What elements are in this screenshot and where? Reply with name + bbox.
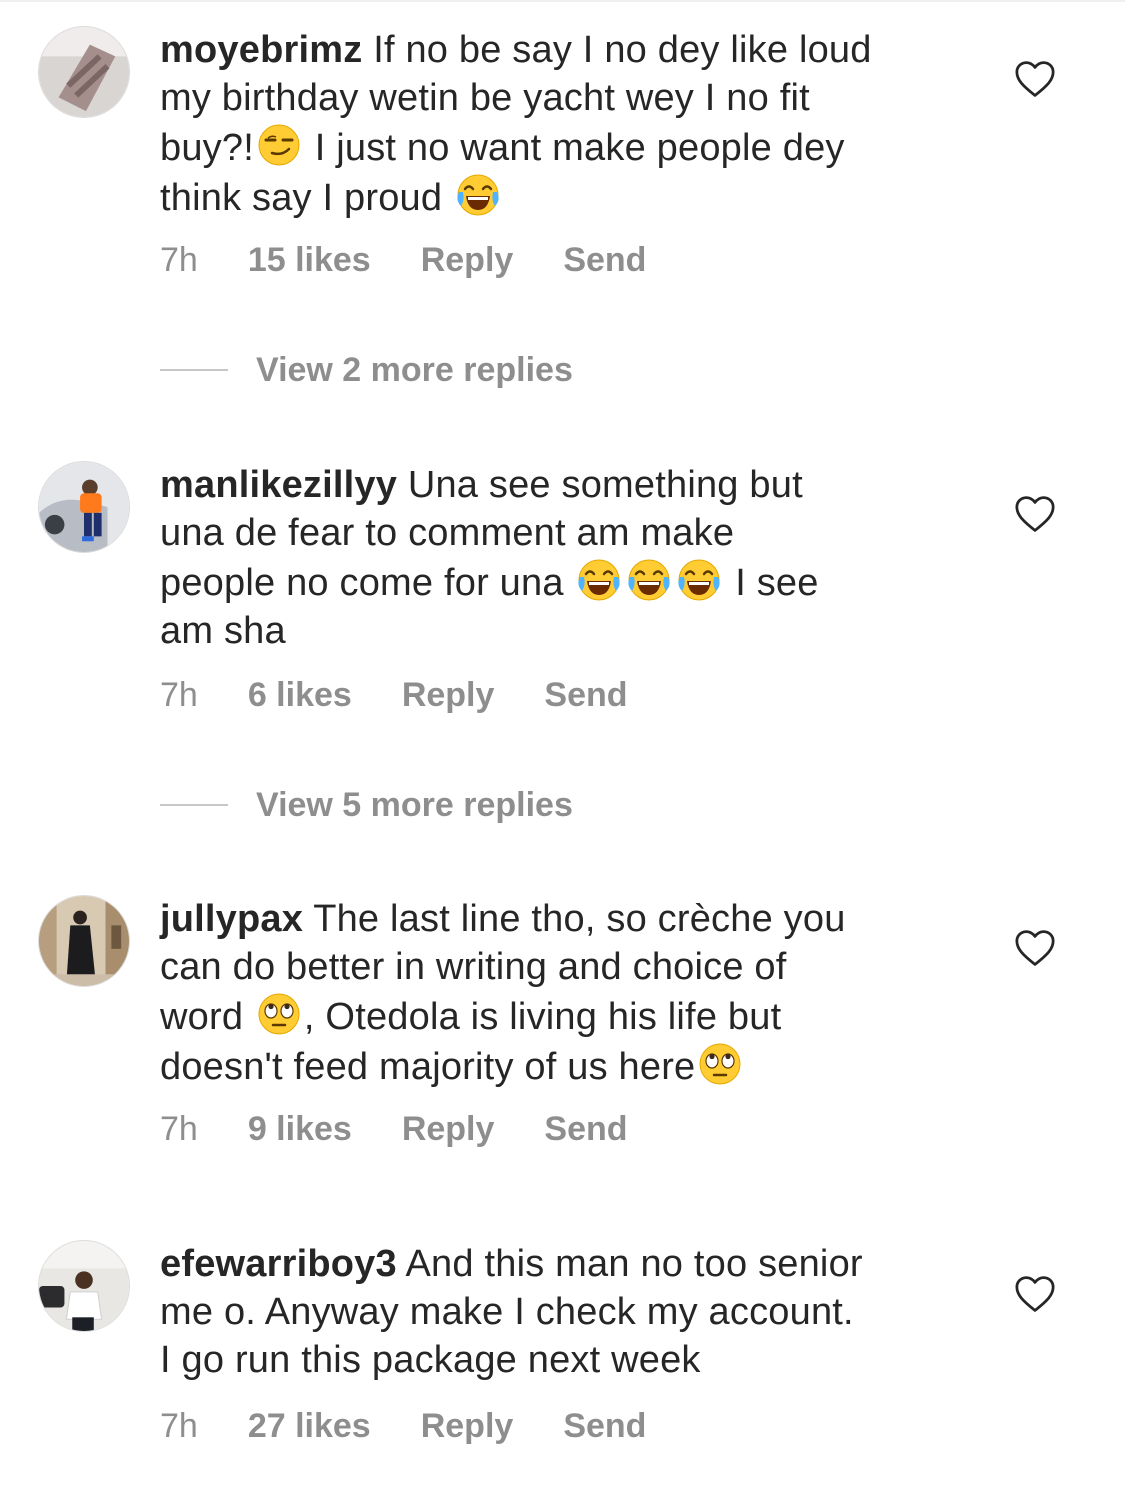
send-button[interactable]: Send [563, 241, 646, 280]
top-divider [0, 0, 1125, 2]
comment-text: manlikezillyy Una see something but una … [160, 464, 819, 652]
send-button[interactable]: Send [544, 676, 627, 715]
timestamp: 7h [160, 240, 198, 279]
view-more-replies-button[interactable]: View 5 more replies [160, 785, 573, 825]
timestamp: 7h [160, 1406, 198, 1445]
face-with-rolling-eyes-emoji [256, 991, 302, 1037]
view-more-replies-button[interactable]: View 2 more replies [160, 350, 573, 390]
username[interactable]: jullypax [160, 898, 303, 940]
face-with-rolling-eyes-emoji [697, 1041, 743, 1087]
avatar[interactable] [38, 1240, 130, 1332]
face-with-tears-of-joy-emoji [576, 557, 622, 603]
avatar[interactable] [38, 895, 130, 987]
likes-count[interactable]: 27 likes [248, 1407, 371, 1446]
send-button[interactable]: Send [563, 1407, 646, 1446]
comment-meta: 7h 6 likes Reply Send [160, 675, 678, 715]
face-with-tears-of-joy-emoji [676, 557, 722, 603]
username[interactable]: moyebrimz [160, 29, 362, 71]
reply-button[interactable]: Reply [421, 241, 514, 280]
username[interactable]: manlikezillyy [160, 464, 397, 506]
comment-text: moyebrimz If no be say I no dey like lou… [160, 29, 872, 219]
like-heart-icon[interactable] [1014, 495, 1056, 533]
timestamp: 7h [160, 1109, 198, 1148]
send-button[interactable]: Send [544, 1110, 627, 1149]
comment-text: efewarriboy3 And this man no too senior … [160, 1243, 863, 1381]
reply-button[interactable]: Reply [421, 1407, 514, 1446]
likes-count[interactable]: 15 likes [248, 241, 371, 280]
comment-text: jullypax The last line tho, so crèche yo… [160, 898, 846, 1088]
smirking-face-emoji [256, 122, 302, 168]
like-heart-icon[interactable] [1014, 929, 1056, 967]
avatar[interactable] [38, 26, 130, 118]
comment-meta: 7h 27 likes Reply Send [160, 1406, 696, 1446]
replies-divider-line [160, 369, 228, 371]
avatar[interactable] [38, 461, 130, 553]
replies-divider-line [160, 804, 228, 806]
reply-button[interactable]: Reply [402, 676, 495, 715]
comment-meta: 7h 9 likes Reply Send [160, 1109, 678, 1149]
likes-count[interactable]: 9 likes [248, 1110, 352, 1149]
reply-button[interactable]: Reply [402, 1110, 495, 1149]
like-heart-icon[interactable] [1014, 1275, 1056, 1313]
face-with-tears-of-joy-emoji [455, 172, 501, 218]
username[interactable]: efewarriboy3 [160, 1243, 397, 1285]
timestamp: 7h [160, 675, 198, 714]
likes-count[interactable]: 6 likes [248, 676, 352, 715]
like-heart-icon[interactable] [1014, 60, 1056, 98]
face-with-tears-of-joy-emoji [626, 557, 672, 603]
comment-meta: 7h 15 likes Reply Send [160, 240, 696, 280]
